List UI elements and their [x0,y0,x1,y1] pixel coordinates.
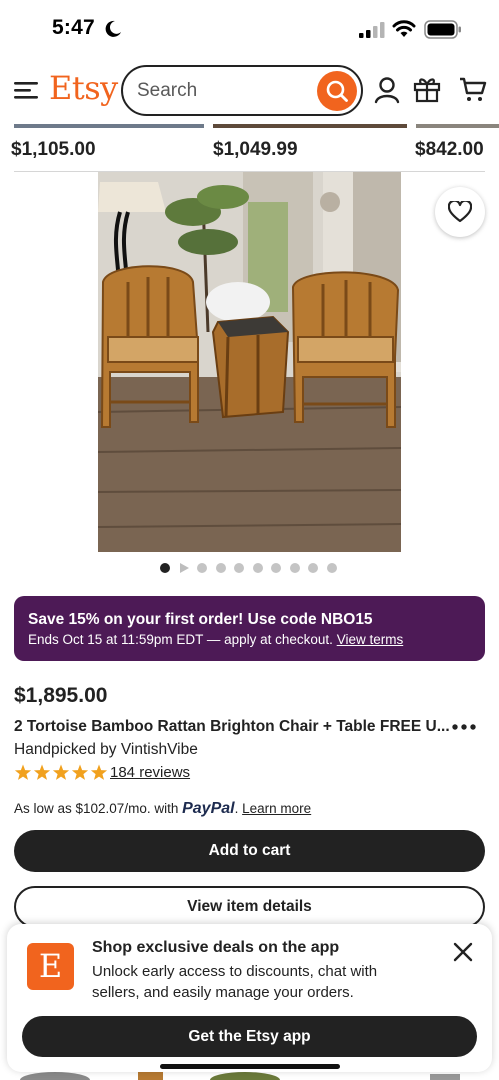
search-icon [326,80,348,102]
user-icon[interactable] [374,76,400,104]
add-to-cart-button[interactable]: Add to cart [14,830,485,872]
paypal-financing: As low as $102.07/mo. with PayPal. Learn… [14,800,311,818]
learn-more-link[interactable]: Learn more [242,801,311,816]
product-image[interactable] [98,172,401,552]
etsy-app-icon: E [27,943,74,990]
menu-icon[interactable] [14,80,38,100]
paypal-logo: PayPal [182,800,235,817]
search-button[interactable] [317,71,357,111]
cart-icon[interactable] [459,75,487,103]
carousel-dot[interactable] [326,563,337,573]
status-time: 5:47 [52,16,95,39]
star-icon [71,764,89,780]
carousel-dot[interactable] [308,563,318,573]
heart-icon [448,201,472,223]
paypal-prefix: As low as $102.07/mo. with [14,801,179,816]
star-rating [14,764,108,780]
battery-icon [424,20,461,39]
moon-icon [105,20,121,37]
paypal-suffix: . [234,801,239,816]
listing-price[interactable]: $1,049.99 [213,139,298,161]
star-icon [33,764,51,780]
star-icon [52,764,70,780]
gift-icon[interactable] [413,75,441,103]
promo-title: Save 15% on your first order! Use code N… [28,611,373,628]
get-etsy-app-button[interactable]: Get the Etsy app [22,1016,477,1057]
carousel-dot[interactable] [289,563,300,573]
carousel-dot[interactable] [252,563,263,573]
wifi-icon [392,20,416,37]
app-sheet-title: Shop exclusive deals on the app [92,939,340,956]
carousel-dot[interactable] [160,563,170,573]
listing-thumbnail[interactable] [416,124,499,128]
listing-thumbnail[interactable] [213,124,407,128]
view-item-details-button[interactable]: View item details [14,886,485,928]
app-promo-sheet: E Shop exclusive deals on the app Unlock… [7,924,492,1072]
app-sheet-description: Unlock early access to discounts, chat w… [92,963,378,1001]
home-indicator [160,1064,340,1069]
carousel-dot[interactable] [215,563,226,573]
carousel-dot[interactable] [271,563,281,573]
signal-icon [359,22,385,38]
close-icon[interactable] [451,940,475,964]
more-options-icon[interactable] [452,718,476,736]
search-box[interactable] [121,65,363,116]
shop-name[interactable]: Handpicked by VintishVibe [14,741,198,759]
star-icon [90,764,108,780]
carousel-dot[interactable] [234,563,244,573]
previous-listing-row: $1,105.00 $1,049.99 $842.00 [0,124,499,174]
listing-thumbnail[interactable] [14,124,204,128]
favorite-button[interactable] [435,187,485,237]
product-title: 2 Tortoise Bamboo Rattan Brighton Chair … [14,718,449,735]
video-play-icon[interactable] [179,563,189,573]
view-terms-link[interactable]: View terms [337,632,404,647]
listing-price[interactable]: $1,105.00 [11,139,96,161]
listing-price[interactable]: $842.00 [415,139,484,161]
reviews-link[interactable]: 184 reviews [110,764,190,781]
etsy-logo[interactable]: Etsy [49,69,118,107]
promo-subtitle-text: Ends Oct 15 at 11:59pm EDT — apply at ch… [28,632,333,647]
product-photo [98,172,401,552]
status-bar: 5:47 [0,0,499,58]
search-input[interactable] [137,79,307,103]
star-icon [14,764,32,780]
header: Etsy [0,58,499,124]
carousel-dot[interactable] [197,563,207,573]
promo-subtitle: Ends Oct 15 at 11:59pm EDT — apply at ch… [28,632,403,647]
product-price: $1,895.00 [14,684,108,707]
promo-banner: Save 15% on your first order! Use code N… [14,596,485,661]
